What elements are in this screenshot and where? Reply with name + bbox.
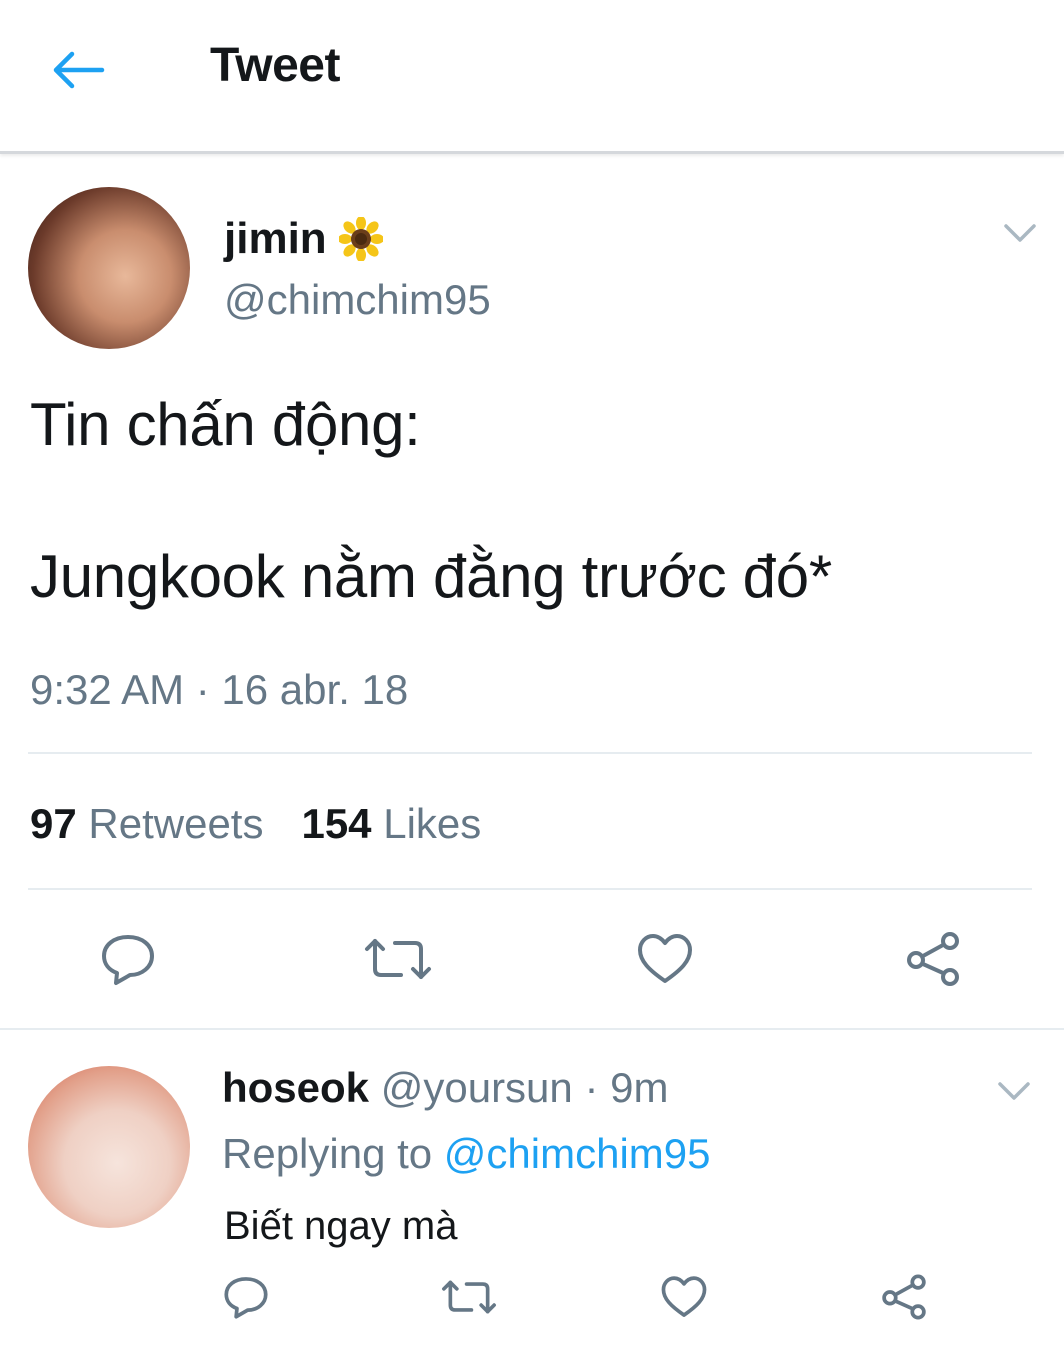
- replying-mention[interactable]: @chimchim95: [444, 1130, 711, 1177]
- reply-icon: [224, 1277, 268, 1319]
- page-title: Tweet: [210, 39, 340, 92]
- retweet-icon: [442, 1280, 496, 1314]
- reply-text: Biết ngay mà: [224, 1204, 458, 1248]
- reply-button[interactable]: [92, 926, 164, 992]
- likes-stat[interactable]: 154 Likes: [301, 800, 481, 847]
- like-icon: [661, 1276, 707, 1317]
- like-button[interactable]: [632, 926, 698, 992]
- reply-like-button[interactable]: [656, 1270, 712, 1324]
- retweets-stat[interactable]: 97 Retweets: [30, 800, 263, 847]
- reply-time: · 9m: [584, 1064, 669, 1111]
- divider: [28, 888, 1032, 890]
- sunflower-icon: [338, 217, 383, 261]
- share-button[interactable]: [900, 926, 966, 992]
- author-handle[interactable]: @chimchim95: [224, 276, 491, 324]
- retweet-icon: [365, 939, 431, 979]
- author-name[interactable]: jimin: [224, 214, 383, 264]
- tweet-text-line-1: Tin chấn động:: [30, 391, 421, 458]
- author-display-name: jimin: [224, 214, 327, 263]
- like-icon: [638, 934, 692, 983]
- tweet-timestamp: 9:32 AM · 16 abr. 18: [30, 666, 409, 713]
- tweet-stats: 97 Retweets 154 Likes: [30, 800, 481, 848]
- likes-count: 154: [301, 800, 372, 847]
- replying-prefix: Replying to: [222, 1130, 433, 1177]
- replying-to: Replying to @chimchim95: [222, 1130, 711, 1178]
- reply-retweet-button[interactable]: [436, 1270, 502, 1324]
- reply-avatar[interactable]: [28, 1066, 190, 1228]
- reply-header: hoseok @yoursun · 9m: [222, 1064, 668, 1112]
- divider: [0, 1028, 1064, 1030]
- likes-label: Likes: [383, 800, 482, 847]
- share-icon: [882, 1274, 926, 1320]
- reply-icon: [102, 935, 154, 985]
- reply-author-handle[interactable]: @yoursun: [381, 1064, 573, 1111]
- reply-share-button[interactable]: [876, 1270, 932, 1324]
- top-bar: Tweet: [0, 0, 1064, 154]
- retweets-count: 97: [30, 800, 77, 847]
- arrow-left-icon: [53, 51, 105, 89]
- reply-author-name[interactable]: hoseok: [222, 1064, 369, 1111]
- share-icon: [907, 932, 959, 986]
- back-button[interactable]: [46, 42, 110, 98]
- retweet-button[interactable]: [358, 926, 438, 992]
- retweets-label: Retweets: [88, 800, 264, 847]
- chevron-down-icon[interactable]: [1000, 218, 1040, 248]
- reply-reply-button[interactable]: [218, 1270, 274, 1324]
- chevron-down-icon[interactable]: [994, 1076, 1034, 1106]
- tweet-text-line-2: Jungkook nằm đằng trước đó*: [30, 543, 832, 610]
- avatar[interactable]: [28, 187, 190, 349]
- divider: [28, 752, 1032, 754]
